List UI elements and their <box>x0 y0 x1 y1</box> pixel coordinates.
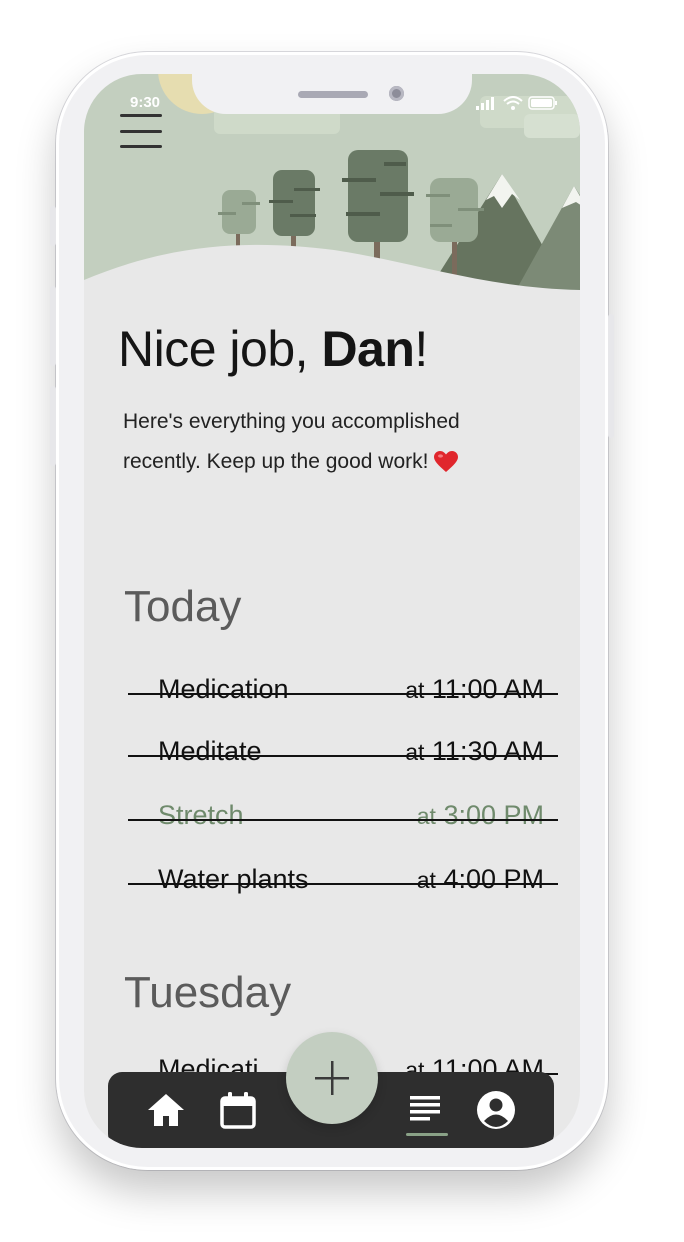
status-time: 9:30 <box>130 94 161 111</box>
status-icons <box>476 96 558 110</box>
greeting-suffix: ! <box>414 321 428 377</box>
task-at: at <box>405 677 425 703</box>
task-name: Meditate <box>158 736 262 766</box>
menu-line <box>120 129 162 133</box>
task-row[interactable]: Stretch at 3:00 PM <box>128 800 558 840</box>
plus-icon <box>315 1061 349 1095</box>
signal-icon <box>476 97 494 110</box>
strikethrough-line <box>128 693 558 695</box>
task-at: at <box>416 803 436 829</box>
volume-up-button <box>50 286 56 366</box>
task-time: at 4:00 PM <box>417 864 544 895</box>
strikethrough-line <box>128 755 558 757</box>
volume-down-button <box>50 386 56 466</box>
list-icon[interactable] <box>406 1090 446 1130</box>
calendar-icon[interactable] <box>218 1090 258 1130</box>
task-time-value: 11:00 AM <box>431 674 544 704</box>
task-row[interactable]: Meditate at 11:30 AM <box>128 736 558 776</box>
menu-line <box>120 114 162 117</box>
strikethrough-line <box>128 883 558 885</box>
task-at: at <box>416 867 436 893</box>
notch <box>192 74 472 114</box>
task-time-value: 4:00 PM <box>443 864 544 894</box>
greeting-prefix: Nice job, <box>118 321 322 377</box>
task-row[interactable]: Medication at 11:00 AM <box>128 674 558 714</box>
menu-line <box>120 145 162 148</box>
battery-icon <box>528 96 557 110</box>
section-title-tuesday: Tuesday <box>124 968 292 1017</box>
task-time-value: 3:00 PM <box>443 800 544 830</box>
task-time: at 11:00 AM <box>405 674 544 705</box>
screen: 9:30 Nice job, Dan! Here's everything yo… <box>84 74 580 1148</box>
menu-button[interactable] <box>120 114 162 148</box>
intro-text: Here's everything you accomplished recen… <box>123 402 473 482</box>
task-at: at <box>405 739 425 765</box>
task-name: Stretch <box>158 800 244 830</box>
strikethrough-line <box>128 819 558 821</box>
wifi-icon <box>503 96 523 110</box>
power-button <box>608 314 614 438</box>
user-name: Dan <box>321 321 415 377</box>
section-title-today: Today <box>124 582 242 631</box>
home-icon[interactable] <box>146 1090 186 1130</box>
task-name: Water plants <box>158 864 309 894</box>
task-row[interactable]: Water plants at 4:00 PM <box>128 864 558 904</box>
speaker <box>298 91 368 98</box>
page-title: Nice job, Dan! <box>118 320 428 378</box>
account-icon[interactable] <box>476 1090 516 1130</box>
intro-message: Here's everything you accomplished recen… <box>123 410 460 473</box>
heart-icon <box>434 451 459 473</box>
task-time-value: 11:30 AM <box>431 736 544 766</box>
task-time: at 11:30 AM <box>405 736 544 767</box>
task-name: Medication <box>158 674 289 704</box>
active-tab-indicator <box>406 1133 448 1136</box>
mute-switch <box>50 206 56 246</box>
add-task-button[interactable] <box>286 1032 378 1124</box>
task-time: at 3:00 PM <box>417 800 544 831</box>
front-camera <box>389 86 404 101</box>
